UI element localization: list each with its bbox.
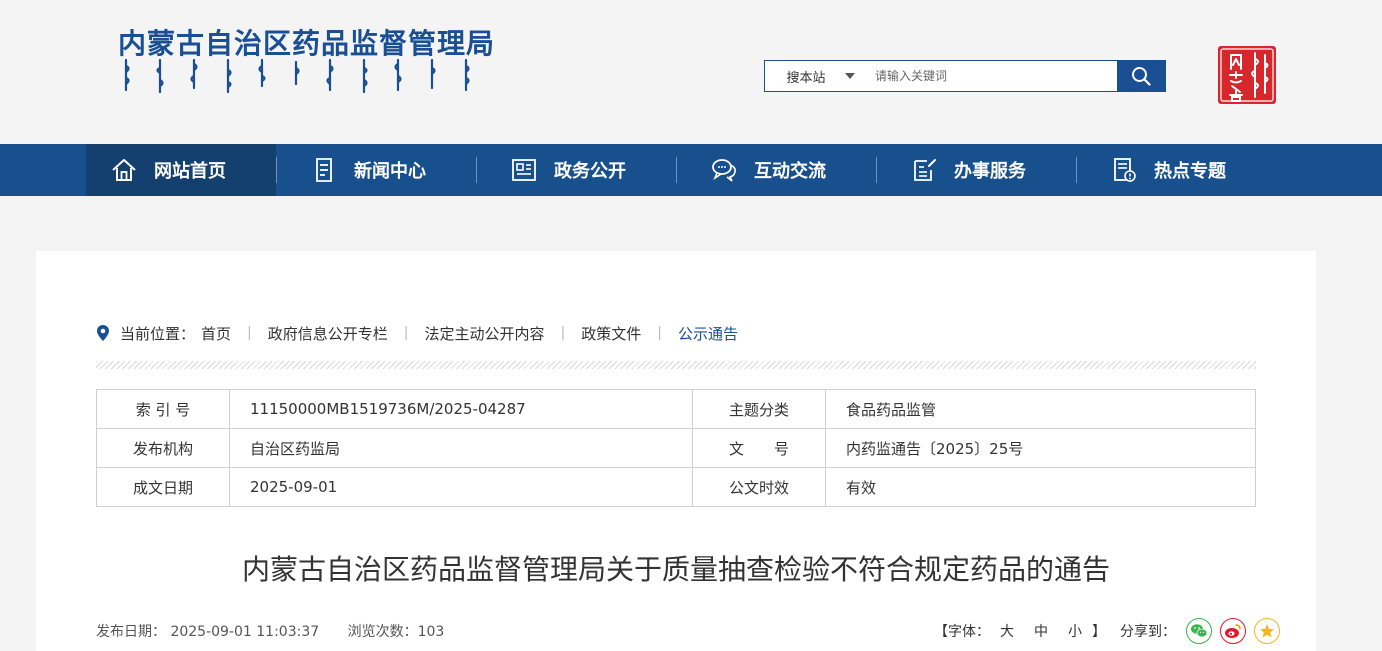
font-size-prefix: 【字体： bbox=[934, 624, 990, 640]
search-scope-select[interactable]: 搜本站 bbox=[765, 61, 861, 91]
nav-item-label: 热点专题 bbox=[1154, 161, 1226, 182]
search-input[interactable] bbox=[861, 61, 1117, 91]
nav-item-news[interactable]: 新闻中心 bbox=[286, 144, 476, 196]
article-tools: 【字体： 大 中 小 】 分享到： bbox=[934, 618, 1288, 644]
table-row: 成文日期 2025-09-01 公文时效 有效 bbox=[96, 467, 1256, 507]
nav-item-label: 网站首页 bbox=[154, 161, 226, 182]
view-count: 浏览次数：103 bbox=[347, 624, 445, 640]
info-value: 有效 bbox=[825, 467, 1256, 507]
news-icon bbox=[316, 158, 332, 182]
article-meta: 发布日期： 2025-09-01 11:03:37 浏览次数：103 bbox=[96, 621, 468, 641]
nav-item-topics[interactable]: 热点专题 bbox=[1086, 144, 1276, 196]
search-icon bbox=[1132, 67, 1151, 86]
info-value: 2025-09-01 bbox=[229, 467, 693, 507]
info-value: 内药监通告〔2025〕25号 bbox=[825, 428, 1256, 468]
share-qzone-button[interactable] bbox=[1254, 618, 1280, 644]
nav-divider bbox=[276, 157, 277, 183]
nav-divider bbox=[1076, 157, 1077, 183]
nav-divider bbox=[876, 157, 877, 183]
info-value: 11150000MB1519736M/2025-04287 bbox=[229, 389, 693, 429]
nav-divider bbox=[476, 157, 477, 183]
breadcrumb-current[interactable]: 公示通告 bbox=[678, 323, 738, 344]
caret-down-icon bbox=[845, 73, 855, 79]
chat-icon bbox=[712, 159, 736, 182]
location-pin-icon bbox=[97, 325, 109, 341]
search-scope-label: 搜本站 bbox=[786, 70, 826, 86]
info-value: 食品药品监管 bbox=[825, 389, 1256, 429]
breadcrumb-home[interactable]: 首页 bbox=[201, 323, 231, 344]
font-size-large-button[interactable]: 大 bbox=[1000, 621, 1014, 641]
nav-item-interaction[interactable]: 互动交流 bbox=[686, 144, 876, 196]
table-row: 发布机构 自治区药监局 文 号 内药监通告〔2025〕25号 bbox=[96, 428, 1256, 468]
info-key: 发布机构 bbox=[96, 428, 230, 468]
info-key: 主题分类 bbox=[692, 389, 826, 429]
gov-info-icon bbox=[512, 159, 536, 181]
star-icon bbox=[1260, 624, 1274, 638]
breadcrumb-separator: | bbox=[657, 325, 662, 341]
nav-divider bbox=[676, 157, 677, 183]
topic-icon bbox=[1114, 158, 1136, 182]
breadcrumb: 当前位置： 首页 | 政府信息公开专栏 | 法定主动公开内容 | 政策文件 | … bbox=[96, 322, 738, 344]
site-title[interactable]: 内蒙古自治区药品监督管理局 bbox=[118, 22, 495, 62]
mongolian-script-logo bbox=[124, 58, 470, 94]
article-title: 内蒙古自治区药品监督管理局关于质量抽查检验不符合规定药品的通告 bbox=[241, 553, 1110, 586]
share-wechat-button[interactable] bbox=[1186, 618, 1212, 644]
share-label: 分享到： bbox=[1120, 624, 1176, 640]
nav-item-gov-info[interactable]: 政务公开 bbox=[486, 144, 676, 196]
publish-date: 发布日期： 2025-09-01 11:03:37 bbox=[96, 624, 320, 640]
nav-item-label: 政务公开 bbox=[554, 161, 626, 182]
font-size-suffix: 】 bbox=[1092, 624, 1106, 640]
search-bar: 搜本站 bbox=[764, 60, 1166, 92]
nav-item-service[interactable]: 办事服务 bbox=[886, 144, 1076, 196]
wechat-icon bbox=[1191, 624, 1208, 638]
breadcrumb-item[interactable]: 法定主动公开内容 bbox=[424, 323, 544, 344]
nav-item-label: 互动交流 bbox=[754, 161, 826, 182]
main-nav: 网站首页 新闻中心 政务公开 互动交流 办事服务 热点专题 bbox=[0, 144, 1382, 196]
breadcrumb-separator: | bbox=[560, 325, 566, 341]
info-key: 公文时效 bbox=[692, 467, 826, 507]
info-key: 索 引 号 bbox=[96, 389, 230, 429]
breadcrumb-item[interactable]: 政府信息公开专栏 bbox=[268, 323, 388, 344]
table-row: 索 引 号 11150000MB1519736M/2025-04287 主题分类… bbox=[96, 389, 1256, 429]
seal-logo[interactable] bbox=[1217, 45, 1277, 105]
font-size-small-button[interactable]: 小 bbox=[1068, 621, 1082, 641]
site-header: 内蒙古自治区药品监督管理局 搜本站 bbox=[0, 0, 1382, 144]
nav-item-label: 办事服务 bbox=[954, 161, 1026, 182]
font-size-medium-button[interactable]: 中 bbox=[1034, 621, 1048, 641]
nav-item-label: 新闻中心 bbox=[354, 161, 426, 182]
breadcrumb-separator: | bbox=[247, 325, 252, 341]
info-key: 成文日期 bbox=[96, 467, 230, 507]
home-icon bbox=[112, 159, 136, 181]
hatched-divider bbox=[96, 361, 1256, 369]
breadcrumb-item[interactable]: 政策文件 bbox=[581, 323, 641, 344]
info-value: 自治区药监局 bbox=[229, 428, 693, 468]
search-button[interactable] bbox=[1117, 61, 1165, 91]
info-key: 文 号 bbox=[692, 428, 826, 468]
weibo-icon bbox=[1225, 624, 1241, 638]
breadcrumb-separator: | bbox=[403, 325, 409, 341]
service-icon bbox=[914, 159, 936, 181]
document-info-table: 索 引 号 11150000MB1519736M/2025-04287 主题分类… bbox=[96, 389, 1256, 507]
share-weibo-button[interactable] bbox=[1220, 618, 1246, 644]
breadcrumb-prefix: 当前位置： bbox=[120, 324, 196, 343]
nav-item-home[interactable]: 网站首页 bbox=[86, 144, 276, 196]
